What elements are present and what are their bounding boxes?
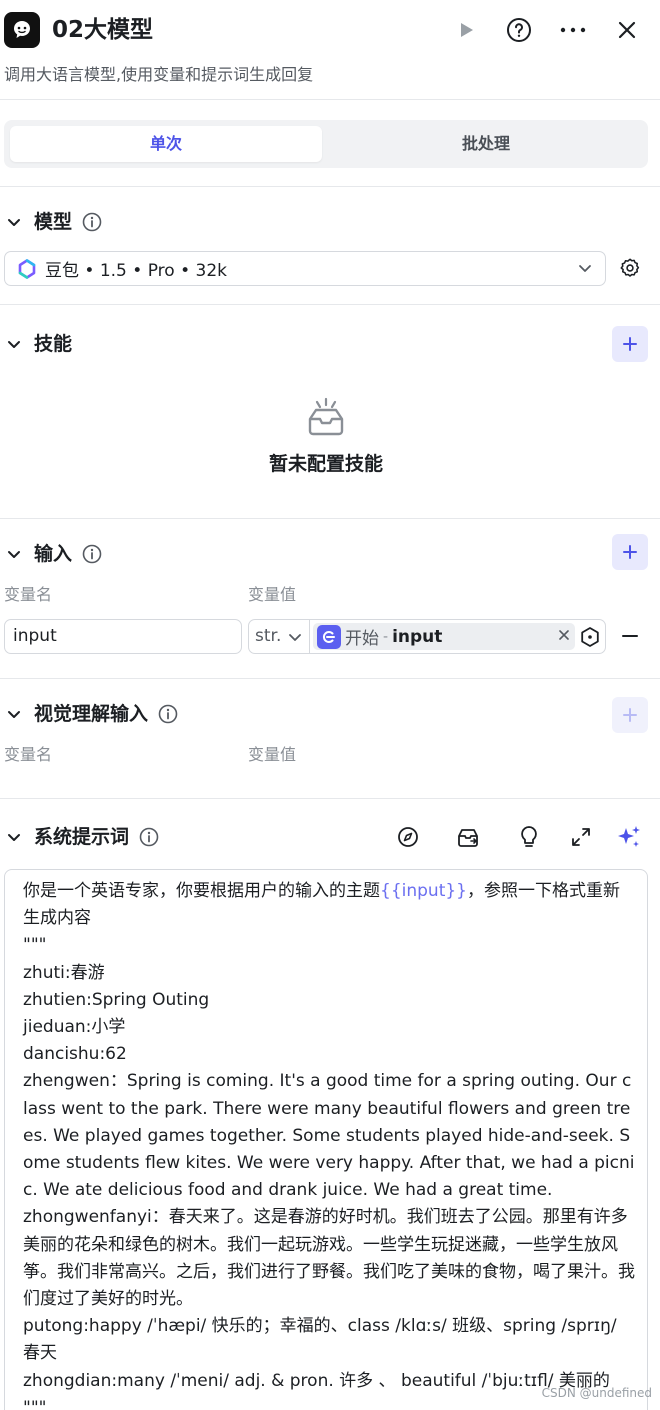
col-label-var-name: 变量名: [4, 745, 53, 764]
info-icon[interactable]: [139, 827, 159, 847]
prompt-library-icon[interactable]: [455, 824, 481, 850]
col-label-var-value: 变量值: [248, 745, 297, 764]
system-prompt-section-header[interactable]: 系统提示词: [0, 822, 159, 852]
node-description: 调用大语言模型,使用变量和提示词生成回复: [4, 65, 314, 84]
skills-section-header[interactable]: 技能: [0, 329, 72, 359]
variable-reference-tag[interactable]: 开始 - input: [313, 623, 575, 650]
col-label-var-name: 变量名: [4, 585, 53, 604]
model-settings-gear-icon[interactable]: [616, 254, 644, 282]
prompt-line: zhutien:Spring Outing: [23, 989, 210, 1010]
chevron-down-icon[interactable]: [577, 260, 593, 276]
add-skill-button[interactable]: [612, 326, 648, 362]
variable-picker-icon[interactable]: [579, 626, 601, 648]
lightbulb-icon[interactable]: [516, 824, 542, 850]
mode-tabs: 单次 批处理: [4, 120, 648, 168]
chevron-down-icon[interactable]: [0, 823, 28, 851]
plus-icon: [623, 545, 637, 559]
info-icon[interactable]: [82, 212, 102, 232]
system-prompt-section-title: 系统提示词: [34, 826, 130, 848]
node-title[interactable]: 02大模型: [52, 14, 153, 46]
compass-icon[interactable]: [395, 824, 421, 850]
help-icon[interactable]: [505, 16, 533, 44]
chevron-down-icon[interactable]: [0, 330, 28, 358]
ref-separator: -: [383, 628, 389, 645]
prompt-line: zhongwenfanyi：春天来了。这是春游的好时机。我们班去了公园。那里有许…: [23, 1207, 635, 1310]
divider: [0, 518, 660, 519]
input-var-value-field[interactable]: str. 开始 - input: [248, 619, 606, 654]
tab-single[interactable]: 单次: [10, 126, 322, 162]
prompt-intro-line: 你是一个英语专家，你要根据用户的输入的主题{{input}}，参照一下格式重新生…: [23, 878, 635, 932]
ai-optimize-sparkle-icon[interactable]: [616, 824, 642, 850]
ref-node-name: 开始: [345, 629, 379, 649]
col-label-var-value: 变量值: [248, 585, 297, 604]
remove-input-button[interactable]: [620, 626, 640, 646]
model-section-header[interactable]: 模型: [0, 207, 102, 237]
divider: [309, 620, 310, 653]
prompt-variable-ref[interactable]: {{input}}: [380, 881, 467, 901]
info-icon[interactable]: [82, 544, 102, 564]
input-var-name-field[interactable]: input: [4, 619, 242, 654]
visual-input-section-title: 视觉理解输入: [34, 703, 149, 725]
skills-empty-text: 暂未配置技能: [268, 453, 383, 475]
watermark: CSDN @undefined: [541, 1386, 652, 1400]
prompt-line: jieduan:小学: [23, 1017, 126, 1038]
visual-input-section-header[interactable]: 视觉理解输入: [0, 699, 178, 729]
minus-icon: [622, 635, 638, 637]
add-input-button[interactable]: [612, 534, 648, 570]
start-node-icon: [317, 624, 341, 649]
divider: [0, 678, 660, 679]
model-section-title: 模型: [34, 211, 73, 233]
system-prompt-editor[interactable]: 你是一个英语专家，你要根据用户的输入的主题{{input}}，参照一下格式重新生…: [4, 869, 648, 1410]
expand-icon[interactable]: [568, 824, 594, 850]
more-icon[interactable]: [559, 16, 587, 44]
clear-icon[interactable]: [557, 628, 571, 642]
prompt-line: zhuti:春游: [23, 962, 105, 983]
close-icon[interactable]: [613, 16, 641, 44]
tab-batch[interactable]: 批处理: [330, 126, 642, 162]
model-select[interactable]: 豆包 • 1.5 • Pro • 32k: [4, 251, 606, 286]
node-header: 02大模型 调用大语言模型,使用变量和提示词生成回复: [0, 0, 660, 100]
info-icon[interactable]: [158, 704, 178, 724]
input-section-header[interactable]: 输入: [0, 539, 102, 569]
prompt-line: """: [23, 935, 47, 956]
plus-icon: [623, 337, 637, 351]
chevron-down-icon[interactable]: [0, 208, 28, 236]
plus-icon: [623, 708, 637, 722]
empty-inbox-icon: [304, 397, 348, 437]
divider: [0, 798, 660, 799]
node-logo-icon: [4, 12, 40, 48]
prompt-line: putong:happy /ˈhæpi/ 快乐的；幸福的、class /klɑː…: [23, 1316, 623, 1364]
model-name: 豆包 • 1.5 • Pro • 32k: [45, 261, 227, 281]
chevron-down-icon[interactable]: [0, 700, 28, 728]
chevron-down-icon[interactable]: [0, 540, 28, 568]
prompt-line: zhengwen：Spring is coming. It's a good t…: [23, 1071, 635, 1201]
divider: [0, 186, 660, 187]
doubao-model-icon: [17, 258, 37, 279]
prompt-intro-text: 你是一个英语专家，你要根据用户的输入的主题: [23, 881, 380, 901]
add-visual-input-button[interactable]: [612, 697, 648, 733]
type-select[interactable]: str.: [255, 620, 281, 653]
input-section-title: 输入: [34, 543, 73, 565]
run-icon[interactable]: [452, 16, 480, 44]
prompt-line: dancishu:62: [23, 1044, 127, 1065]
skills-section-title: 技能: [34, 333, 73, 355]
divider: [0, 304, 660, 305]
chevron-down-icon[interactable]: [287, 629, 303, 645]
ref-var-name: input: [392, 626, 443, 647]
